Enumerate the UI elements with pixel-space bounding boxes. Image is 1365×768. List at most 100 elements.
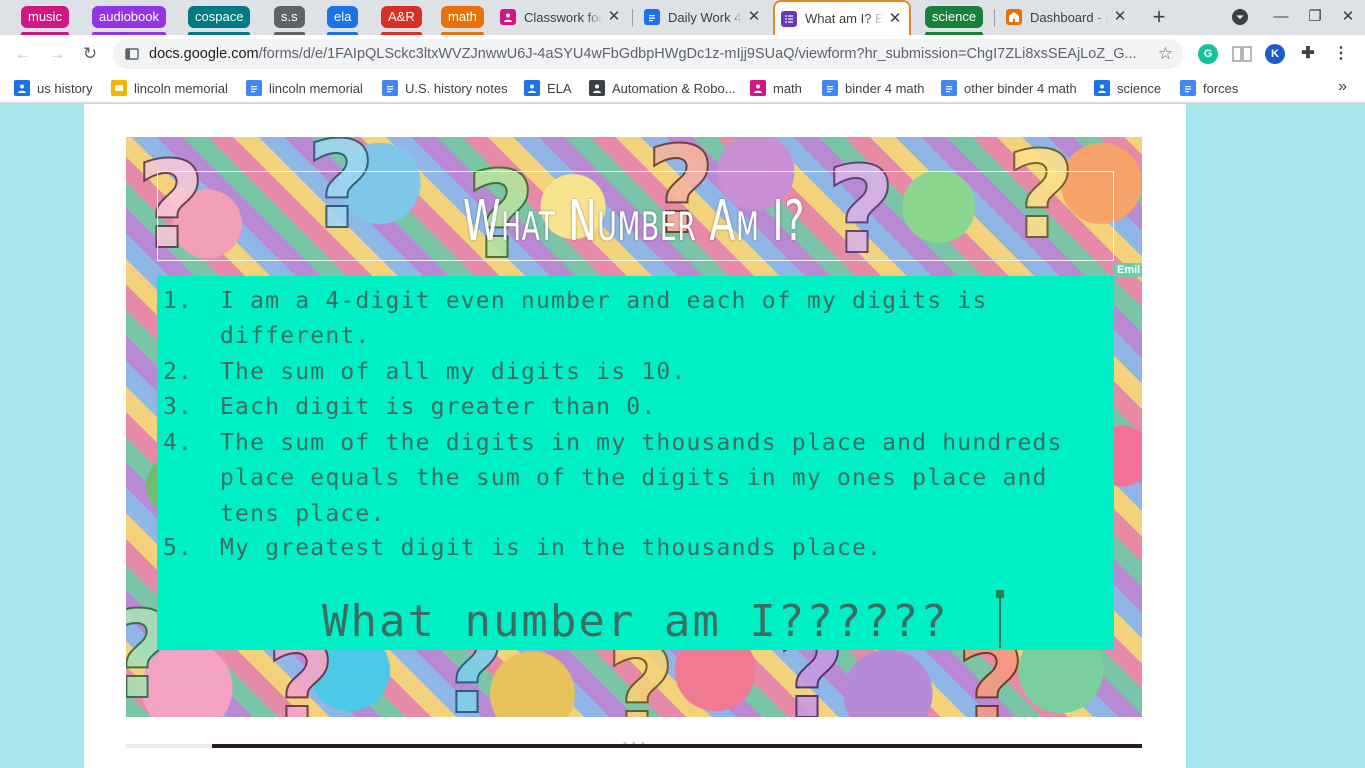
chrome-menu-icon[interactable]: ⋮	[1331, 44, 1351, 64]
new-tab-plus-icon[interactable]: +	[1148, 6, 1170, 28]
clue-item: 5. My greatest digit is in the thousands…	[163, 531, 1100, 566]
tab-group-ar[interactable]: A&R	[381, 6, 422, 35]
docs-icon	[941, 80, 957, 96]
tab-classwork[interactable]: Classwork for ✕	[494, 4, 628, 30]
bookmark-label: lincoln memorial	[269, 80, 363, 96]
tab-group-ela[interactable]: ela	[327, 6, 359, 35]
extensions-puzzle-icon[interactable]: ✚	[1298, 44, 1318, 64]
bookmark-science[interactable]: science	[1094, 79, 1161, 97]
bookmarks-overflow-chevron-icon[interactable]: »	[1338, 78, 1347, 96]
docs-icon	[382, 80, 398, 96]
classroom-favicon-icon	[500, 9, 516, 25]
clue-number: 4.	[163, 430, 194, 456]
url-path: /forms/d/e/1FAIpQLSckc3ltxWVZJnwwU6J-4aS…	[258, 46, 1137, 62]
bookmark-other-binder-4-math[interactable]: other binder 4 math	[941, 79, 1077, 97]
classroom-icon	[750, 80, 766, 96]
tab-group-music[interactable]: music	[21, 6, 69, 35]
tab-title: Daily Work 4/	[668, 9, 742, 25]
next-image-strip	[126, 744, 1142, 748]
restore-icon[interactable]: ❐	[1304, 6, 1326, 28]
bookmark-label: Automation & Robo...	[612, 80, 736, 96]
header-title: What Number Am I?	[462, 189, 806, 254]
close-icon[interactable]: ✕	[1112, 9, 1128, 25]
bookmark-label: forces	[1203, 80, 1239, 96]
tab-strip: music audiobook cospace s.s ela A&R math…	[0, 0, 1365, 35]
clue-number: 1.	[163, 288, 194, 314]
clue-item: 2. The sum of all my digits is 10.	[163, 355, 1100, 390]
dashboard-favicon-icon	[1006, 9, 1022, 25]
tab-group-math[interactable]: math	[441, 6, 484, 35]
classroom-icon	[14, 80, 30, 96]
close-icon[interactable]: ✕	[606, 9, 622, 25]
clue-number: 3.	[163, 394, 194, 420]
clue-item: 3. Each digit is greater than 0.	[163, 390, 1100, 425]
classroom-icon	[524, 80, 540, 96]
tab-group-cospace[interactable]: cospace	[188, 6, 251, 35]
edge-label: Emil	[1114, 263, 1142, 277]
clue-text: The sum of all my digits is 10.	[220, 359, 687, 385]
forms-favicon-icon	[781, 10, 797, 27]
clue-text: The sum of the digits in my thousands pl…	[220, 430, 1063, 527]
bookmark-automation-robotics[interactable]: Automation & Robo...	[589, 79, 736, 97]
clue-item: 4. The sum of the digits in my thousands…	[163, 426, 1100, 532]
clue-number: 5.	[163, 535, 194, 561]
forward-arrow-icon[interactable]: →	[45, 42, 69, 66]
clue-text: Each digit is greater than 0.	[220, 394, 657, 420]
tab-group-science[interactable]: science	[925, 6, 984, 35]
reload-icon[interactable]: ↻	[78, 42, 102, 66]
slides-icon	[111, 80, 127, 96]
clue-card: 1. I am a 4-digit even number and each o…	[157, 276, 1114, 650]
url-host: docs.google.com	[149, 46, 259, 62]
grammarly-icon[interactable]: G	[1198, 44, 1218, 64]
close-window-icon[interactable]: ✕	[1337, 6, 1359, 28]
k-extension-icon[interactable]: K	[1265, 44, 1285, 64]
bookmark-label: science	[1117, 80, 1162, 96]
bookmark-label: us history	[37, 80, 93, 96]
form-page: ? ? ? ? ? ? ? ? ? ? ? ? What Number Am I…	[84, 104, 1186, 768]
bookmark-math[interactable]: math	[750, 79, 802, 97]
tab-what-am-i[interactable]: What am I? E ✕	[773, 0, 911, 35]
bookmark-binder-4-math[interactable]: binder 4 math	[822, 79, 925, 97]
minimize-icon[interactable]: —	[1270, 6, 1292, 28]
reading-list-icon[interactable]	[1232, 44, 1252, 64]
bookmark-us-history-notes[interactable]: U.S. history notes	[382, 79, 508, 97]
bookmark-star-icon[interactable]: ☆	[1158, 44, 1173, 64]
tab-search-icon[interactable]	[1229, 6, 1251, 28]
bookmark-lincoln-memorial-doc[interactable]: lincoln memorial	[246, 79, 363, 97]
classroom-icon	[589, 80, 605, 96]
tab-group-audiobook[interactable]: audiobook	[92, 6, 166, 35]
header-image: ? ? ? ? ? ? ? ? ? ? ? ? What Number Am I…	[126, 137, 1142, 717]
tab-group-ss[interactable]: s.s	[274, 6, 305, 35]
docs-icon	[246, 80, 262, 96]
bookmark-us-history[interactable]: us history	[14, 79, 93, 97]
back-arrow-icon[interactable]: ←	[11, 42, 35, 66]
text-cursor	[996, 590, 1004, 648]
bookmark-label: binder 4 math	[845, 80, 925, 96]
bookmarks-bar: us history lincoln memorial lincoln memo…	[0, 73, 1365, 103]
clue-item: 1. I am a 4-digit even number and each o…	[163, 284, 1100, 355]
bookmark-label: other binder 4 math	[964, 80, 1077, 96]
url-text[interactable]: docs.google.com/forms/d/e/1FAIpQLSckc3lt…	[149, 39, 1149, 69]
bookmark-label: lincoln memorial	[134, 80, 228, 96]
docs-icon	[1180, 80, 1196, 96]
tab-separator	[994, 9, 995, 27]
tab-title: Dashboard - I	[1030, 9, 1108, 25]
bookmark-forces[interactable]: forces	[1180, 79, 1238, 97]
classroom-icon	[1094, 80, 1110, 96]
tab-dashboard[interactable]: Dashboard - I ✕	[1000, 4, 1134, 30]
site-info-icon[interactable]	[125, 47, 139, 61]
question-text: What number am I??????	[322, 596, 949, 647]
clue-number: 2.	[163, 359, 194, 385]
close-icon[interactable]: ✕	[746, 9, 762, 25]
tab-daily-work[interactable]: Daily Work 4/ ✕	[638, 4, 768, 30]
docs-favicon-icon	[644, 9, 660, 25]
bookmark-lincoln-memorial-slides[interactable]: lincoln memorial	[111, 79, 228, 97]
address-bar[interactable]: docs.google.com/forms/d/e/1FAIpQLSckc3lt…	[113, 39, 1183, 69]
next-section: • • •	[126, 734, 1142, 768]
bookmark-label: ELA	[547, 80, 572, 96]
clue-text: My greatest digit is in the thousands pl…	[220, 535, 883, 561]
close-icon[interactable]: ✕	[887, 10, 903, 27]
bookmark-label: math	[773, 80, 802, 96]
bookmark-ela[interactable]: ELA	[524, 79, 572, 97]
docs-icon	[822, 80, 838, 96]
